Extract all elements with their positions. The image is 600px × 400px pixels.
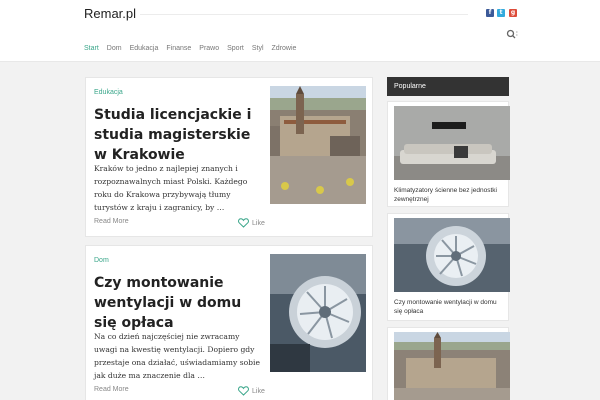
main-nav: Start Dom Edukacja Finanse Prawo Sport S… <box>84 45 304 52</box>
like-label: Like <box>252 387 265 395</box>
post-thumbnail-ventilation[interactable] <box>270 254 366 372</box>
nav-item-zdrowie[interactable]: Zdrowie <box>272 45 297 52</box>
facebook-icon[interactable]: f <box>486 9 494 17</box>
popular-thumbnail-krakow[interactable] <box>394 332 510 400</box>
twitter-icon[interactable]: t <box>497 9 505 17</box>
sidebar-title: Popularne <box>387 77 509 96</box>
header-divider <box>140 14 468 15</box>
nav-item-sport[interactable]: Sport <box>227 45 244 52</box>
read-more-link[interactable]: Read More <box>94 218 129 225</box>
post-card: Edukacja Studia licencjackie i studia ma… <box>85 77 373 237</box>
nav-item-styl[interactable]: Styl <box>252 45 264 52</box>
nav-item-dom[interactable]: Dom <box>107 45 122 52</box>
google-plus-icon[interactable]: g <box>509 9 517 17</box>
like-button[interactable]: Like <box>238 386 265 396</box>
site-header: Remar.pl f t g Start Dom Edukacja Finans… <box>0 0 600 62</box>
like-label: Like <box>252 219 265 227</box>
post-category[interactable]: Dom <box>94 257 109 264</box>
popular-thumbnail-aircon[interactable] <box>394 106 510 180</box>
popular-item[interactable]: Klimatyzatory ścienne bez jednostki zewn… <box>387 101 510 207</box>
heart-icon <box>238 218 249 228</box>
nav-item-finanse[interactable]: Finanse <box>166 45 191 52</box>
nav-item-start[interactable]: Start <box>84 45 99 52</box>
nav-item-prawo[interactable]: Prawo <box>199 45 219 52</box>
post-excerpt: Na co dzień najczęściej nie zwracamy uwa… <box>94 332 260 380</box>
popular-caption[interactable]: Czy montowanie wentylacji w domu się opł… <box>394 298 504 316</box>
post-title[interactable]: Czy montowanie wentylacji w domu się opł… <box>94 273 264 333</box>
post-category[interactable]: Edukacja <box>94 89 123 96</box>
post-card: Dom Czy montowanie wentylacji w domu się… <box>85 245 373 400</box>
popular-item[interactable] <box>387 327 510 400</box>
popular-item[interactable]: Czy montowanie wentylacji w domu się opł… <box>387 213 510 321</box>
like-button[interactable]: Like <box>238 218 265 228</box>
popular-thumbnail-ventilation[interactable] <box>394 218 510 292</box>
read-more-link[interactable]: Read More <box>94 386 129 393</box>
heart-icon <box>238 386 249 396</box>
nav-item-edukacja[interactable]: Edukacja <box>130 45 159 52</box>
popular-caption[interactable]: Klimatyzatory ścienne bez jednostki zewn… <box>394 186 504 204</box>
post-excerpt: Kraków to jedno z najlepiej znanych i ro… <box>94 164 248 212</box>
site-logo[interactable]: Remar.pl <box>84 6 136 21</box>
post-title[interactable]: Studia licencjackie i studia magisterski… <box>94 105 264 165</box>
post-thumbnail-krakow[interactable] <box>270 86 366 204</box>
search-icon[interactable] <box>506 29 518 39</box>
